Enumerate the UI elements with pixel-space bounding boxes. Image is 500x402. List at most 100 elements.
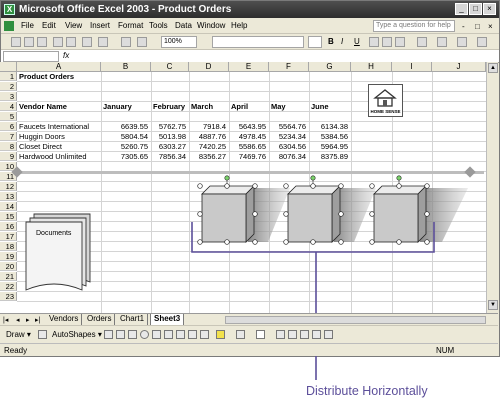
- documents-shape[interactable]: [22, 210, 94, 296]
- row-header[interactable]: 4: [0, 102, 17, 111]
- scroll-up-icon[interactable]: ▲: [488, 63, 498, 73]
- rectangle-icon[interactable]: [128, 330, 137, 339]
- tab-chart1[interactable]: Chart1: [117, 314, 149, 325]
- open-icon[interactable]: [24, 37, 34, 47]
- autoshapes-menu-button[interactable]: AutoShapes ▾: [52, 330, 102, 339]
- value-cell[interactable]: 8076.34: [269, 152, 306, 161]
- line-style-icon[interactable]: [276, 330, 285, 339]
- value-cell[interactable]: 5260.75: [101, 142, 148, 151]
- value-cell[interactable]: 7856.34: [151, 152, 186, 161]
- font-color-icon[interactable]: [477, 37, 487, 47]
- zoom-select[interactable]: 100%: [161, 36, 197, 48]
- shadow-style-icon[interactable]: [312, 330, 321, 339]
- menu-file[interactable]: File: [21, 21, 34, 30]
- column-header-i[interactable]: I: [392, 62, 432, 72]
- borders-icon[interactable]: [437, 37, 447, 47]
- cut-icon[interactable]: [82, 37, 92, 47]
- row-header[interactable]: 2: [0, 82, 17, 91]
- doc-restore-button[interactable]: □: [475, 22, 480, 31]
- month-header-cell[interactable]: February: [153, 102, 185, 111]
- help-search-input[interactable]: Type a question for help: [373, 20, 455, 32]
- sheet-title-cell[interactable]: Product Orders: [19, 72, 74, 81]
- spelling-icon[interactable]: [66, 37, 76, 47]
- row-header[interactable]: 16: [0, 222, 17, 231]
- value-cell[interactable]: 4887.76: [189, 132, 226, 141]
- row-header[interactable]: 20: [0, 262, 17, 271]
- hyperlink-icon[interactable]: [121, 37, 131, 47]
- underline-button[interactable]: U: [354, 37, 360, 46]
- picture-icon[interactable]: [200, 330, 209, 339]
- column-header-d[interactable]: D: [189, 62, 229, 72]
- value-cell[interactable]: 7918.4: [189, 122, 226, 131]
- menu-view[interactable]: View: [65, 21, 82, 30]
- column-header-h[interactable]: H: [351, 62, 392, 72]
- vendor-name-cell[interactable]: Hardwood Unlimited: [19, 152, 87, 161]
- draw-menu-button[interactable]: Draw ▾: [6, 330, 31, 339]
- font-color-icon[interactable]: [256, 330, 265, 339]
- row-header[interactable]: 18: [0, 242, 17, 251]
- save-icon[interactable]: [37, 37, 47, 47]
- clip-art-icon[interactable]: [188, 330, 197, 339]
- month-header-cell[interactable]: April: [231, 102, 248, 111]
- column-header-g[interactable]: G: [309, 62, 351, 72]
- month-header-cell[interactable]: March: [191, 102, 213, 111]
- value-cell[interactable]: 5586.65: [229, 142, 266, 151]
- row-header[interactable]: 1: [0, 72, 17, 81]
- row-header[interactable]: 14: [0, 202, 17, 211]
- row-header[interactable]: 7: [0, 132, 17, 141]
- row-header[interactable]: 9: [0, 152, 17, 161]
- tab-orders[interactable]: Orders: [84, 314, 116, 325]
- value-cell[interactable]: 4978.45: [229, 132, 266, 141]
- value-cell[interactable]: 5804.54: [101, 132, 148, 141]
- select-all-corner[interactable]: [0, 62, 17, 72]
- line-icon[interactable]: [104, 330, 113, 339]
- vendor-header-cell[interactable]: Vendor Name: [19, 102, 67, 111]
- close-button[interactable]: ×: [483, 3, 496, 15]
- bold-button[interactable]: B: [328, 37, 334, 46]
- currency-icon[interactable]: [417, 37, 427, 47]
- menu-insert[interactable]: Insert: [90, 21, 110, 30]
- vendor-name-cell[interactable]: Faucets International: [19, 122, 89, 131]
- line-color-icon[interactable]: [236, 330, 245, 339]
- minimize-button[interactable]: _: [455, 3, 468, 15]
- vertical-scrollbar[interactable]: ▲ ▼: [486, 62, 498, 313]
- 3d-style-icon[interactable]: [324, 330, 333, 339]
- column-header-e[interactable]: E: [229, 62, 269, 72]
- column-header-c[interactable]: C: [151, 62, 189, 72]
- next-sheet-icon[interactable]: ▸: [26, 316, 30, 324]
- value-cell[interactable]: 5643.95: [229, 122, 266, 131]
- new-icon[interactable]: [11, 37, 21, 47]
- value-cell[interactable]: 8356.27: [189, 152, 226, 161]
- row-header[interactable]: 17: [0, 232, 17, 241]
- value-cell[interactable]: 5762.75: [151, 122, 186, 131]
- home-sense-logo[interactable]: HOME SENSE: [368, 84, 403, 117]
- menu-format[interactable]: Format: [118, 21, 143, 30]
- value-cell[interactable]: 6639.55: [101, 122, 148, 131]
- dash-style-icon[interactable]: [288, 330, 297, 339]
- doc-minimize-button[interactable]: -: [462, 22, 465, 31]
- select-objects-icon[interactable]: [38, 330, 47, 339]
- menu-window[interactable]: Window: [197, 21, 225, 30]
- value-cell[interactable]: 6304.56: [269, 142, 306, 151]
- month-header-cell[interactable]: January: [103, 102, 132, 111]
- name-box[interactable]: [3, 51, 59, 62]
- row-header[interactable]: 21: [0, 272, 17, 281]
- value-cell[interactable]: 5013.98: [151, 132, 186, 141]
- vendor-name-cell[interactable]: Huggin Doors: [19, 132, 65, 141]
- value-cell[interactable]: 7305.65: [101, 152, 148, 161]
- tab-sheet3[interactable]: Sheet3: [150, 314, 185, 325]
- row-header[interactable]: 15: [0, 212, 17, 221]
- value-cell[interactable]: 7469.76: [229, 152, 266, 161]
- row-header[interactable]: 23: [0, 292, 17, 301]
- oval-icon[interactable]: [140, 330, 149, 339]
- value-cell[interactable]: 6303.27: [151, 142, 186, 151]
- italic-button[interactable]: I: [341, 37, 343, 46]
- row-header[interactable]: 22: [0, 282, 17, 291]
- column-header-j[interactable]: J: [432, 62, 486, 72]
- row-header[interactable]: 19: [0, 252, 17, 261]
- value-cell[interactable]: 5564.76: [269, 122, 306, 131]
- column-header-b[interactable]: B: [101, 62, 151, 72]
- row-header[interactable]: 8: [0, 142, 17, 151]
- font-select[interactable]: [212, 36, 304, 48]
- prev-sheet-icon[interactable]: ◂: [16, 316, 20, 324]
